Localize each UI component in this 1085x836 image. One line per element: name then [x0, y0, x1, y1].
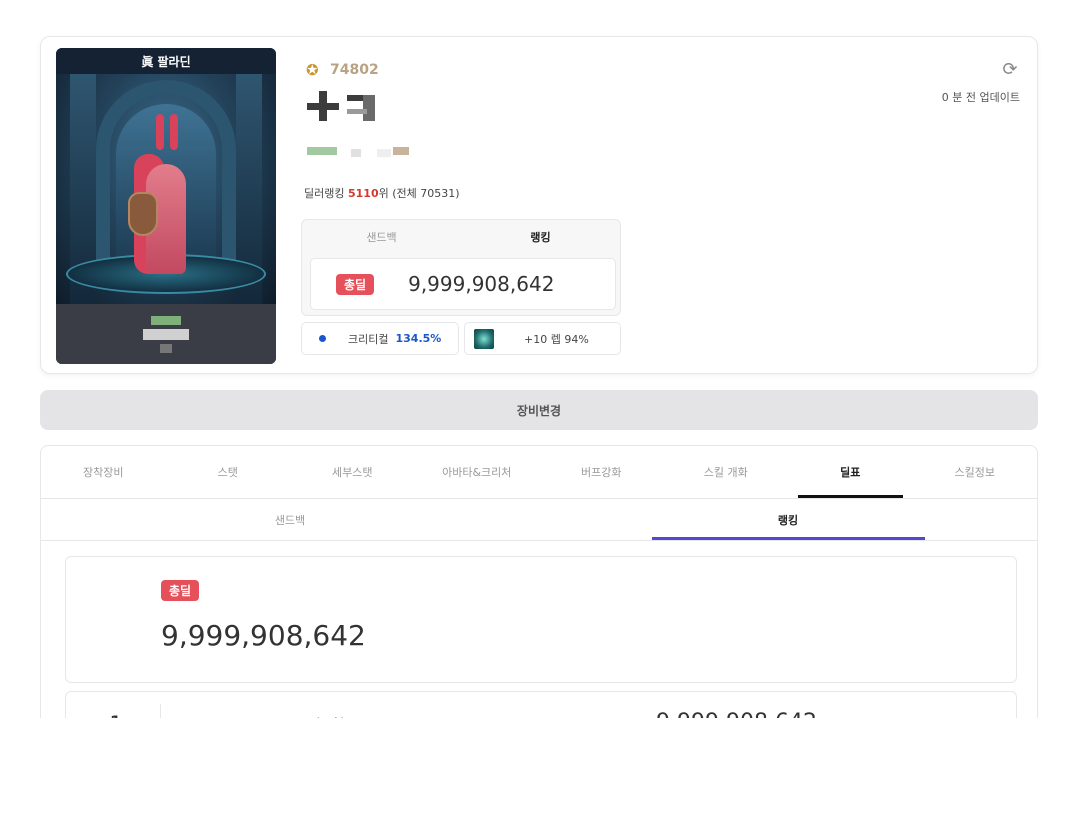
dealer-rank-prefix: 딜러랭킹 [304, 187, 348, 200]
total-damage-badge: 총딜 [336, 273, 375, 295]
portrait-footer [56, 304, 276, 364]
fame: ✪ 74802 [306, 62, 379, 78]
summary-box: 샌드백 랭킹 총딜 9,999,908,642 [301, 219, 621, 316]
character-image [56, 74, 276, 304]
bunny-ear-left [156, 114, 164, 150]
blurred-server [160, 343, 172, 353]
total-damage-value: 9,999,908,642 [408, 272, 555, 296]
subtab-sandbag[interactable]: 샌드백 [41, 499, 539, 540]
critical-value: 134.5% [395, 332, 442, 345]
equip-change-button[interactable]: 장비변경 [40, 390, 1038, 430]
main-tabs: 장착장비 스탯 세부스탯 아바타&크리처 버프강화 스킬 개화 딜표 스킬정보 [41, 446, 1037, 499]
dealer-rank: 딜러랭킹 5110위 (전체 70531) [304, 185, 460, 201]
dealer-rank-suffix: 위 (전체 70531) [378, 187, 460, 200]
updated-time: 0 분 전 업데이트 [941, 91, 1020, 104]
character-portrait: 眞 팔라딘 [56, 48, 276, 364]
critical-stat: 크리티컬 134.5% [301, 322, 459, 355]
summary-tabs: 샌드백 랭킹 [302, 220, 620, 254]
aura-stat: +10 렙 94% [464, 322, 621, 355]
white-bottom-area [0, 718, 1085, 836]
job-title: 眞 팔라딘 [56, 48, 276, 74]
deal-total-badge: 총딜 [161, 580, 200, 601]
blurred-name [143, 328, 189, 340]
summary-total: 총딜 9,999,908,642 [310, 258, 616, 310]
tab-stats[interactable]: 스탯 [166, 446, 291, 498]
critical-label: 크리티컬 [348, 332, 389, 346]
summary-tab-ranking[interactable]: 랭킹 [461, 220, 620, 254]
shield [128, 192, 158, 236]
fame-value: 74802 [330, 62, 379, 78]
tab-detail-stats[interactable]: 세부스탯 [290, 446, 415, 498]
tab-skill-info[interactable]: 스킬정보 [913, 446, 1038, 498]
fame-medal-icon: ✪ [306, 61, 319, 79]
tab-damage-table[interactable]: 딜표 [788, 446, 913, 498]
subtab-ranking[interactable]: 랭킹 [539, 499, 1037, 540]
refresh-icon[interactable]: ⟳ [999, 59, 1021, 81]
tab-skill-bloom[interactable]: 스킬 개화 [664, 446, 789, 498]
blurred-subtitle [307, 144, 409, 158]
detail-panel: 장착장비 스탯 세부스탯 아바타&크리처 버프강화 스킬 개화 딜표 스킬정보 … [40, 445, 1038, 745]
dealer-rank-number: 5110 [347, 187, 379, 200]
aura-label: +10 렙 94% [524, 332, 589, 346]
blurred-character-name [307, 91, 379, 121]
summary-tab-sandbag[interactable]: 샌드백 [302, 220, 461, 254]
sub-tabs: 샌드백 랭킹 [41, 499, 1037, 541]
deal-total-card: 총딜 9,999,908,642 [65, 556, 1017, 683]
aura-thumbnail-icon [474, 328, 494, 349]
deal-total-value: 9,999,908,642 [161, 619, 366, 652]
tab-equipment[interactable]: 장착장비 [41, 446, 166, 498]
dot-icon [319, 335, 326, 342]
blurred-guild [151, 315, 181, 325]
bunny-ear-right [170, 114, 178, 150]
character-card: 眞 팔라딘 ✪ 74802 딜러랭킹 5110위 (전체 70531) 샌드백 … [40, 36, 1038, 374]
job-title-text: 眞 팔라딘 [141, 54, 191, 69]
tab-avatar-creature[interactable]: 아바타&크리처 [415, 446, 540, 498]
tab-buff-enhance[interactable]: 버프강화 [539, 446, 664, 498]
